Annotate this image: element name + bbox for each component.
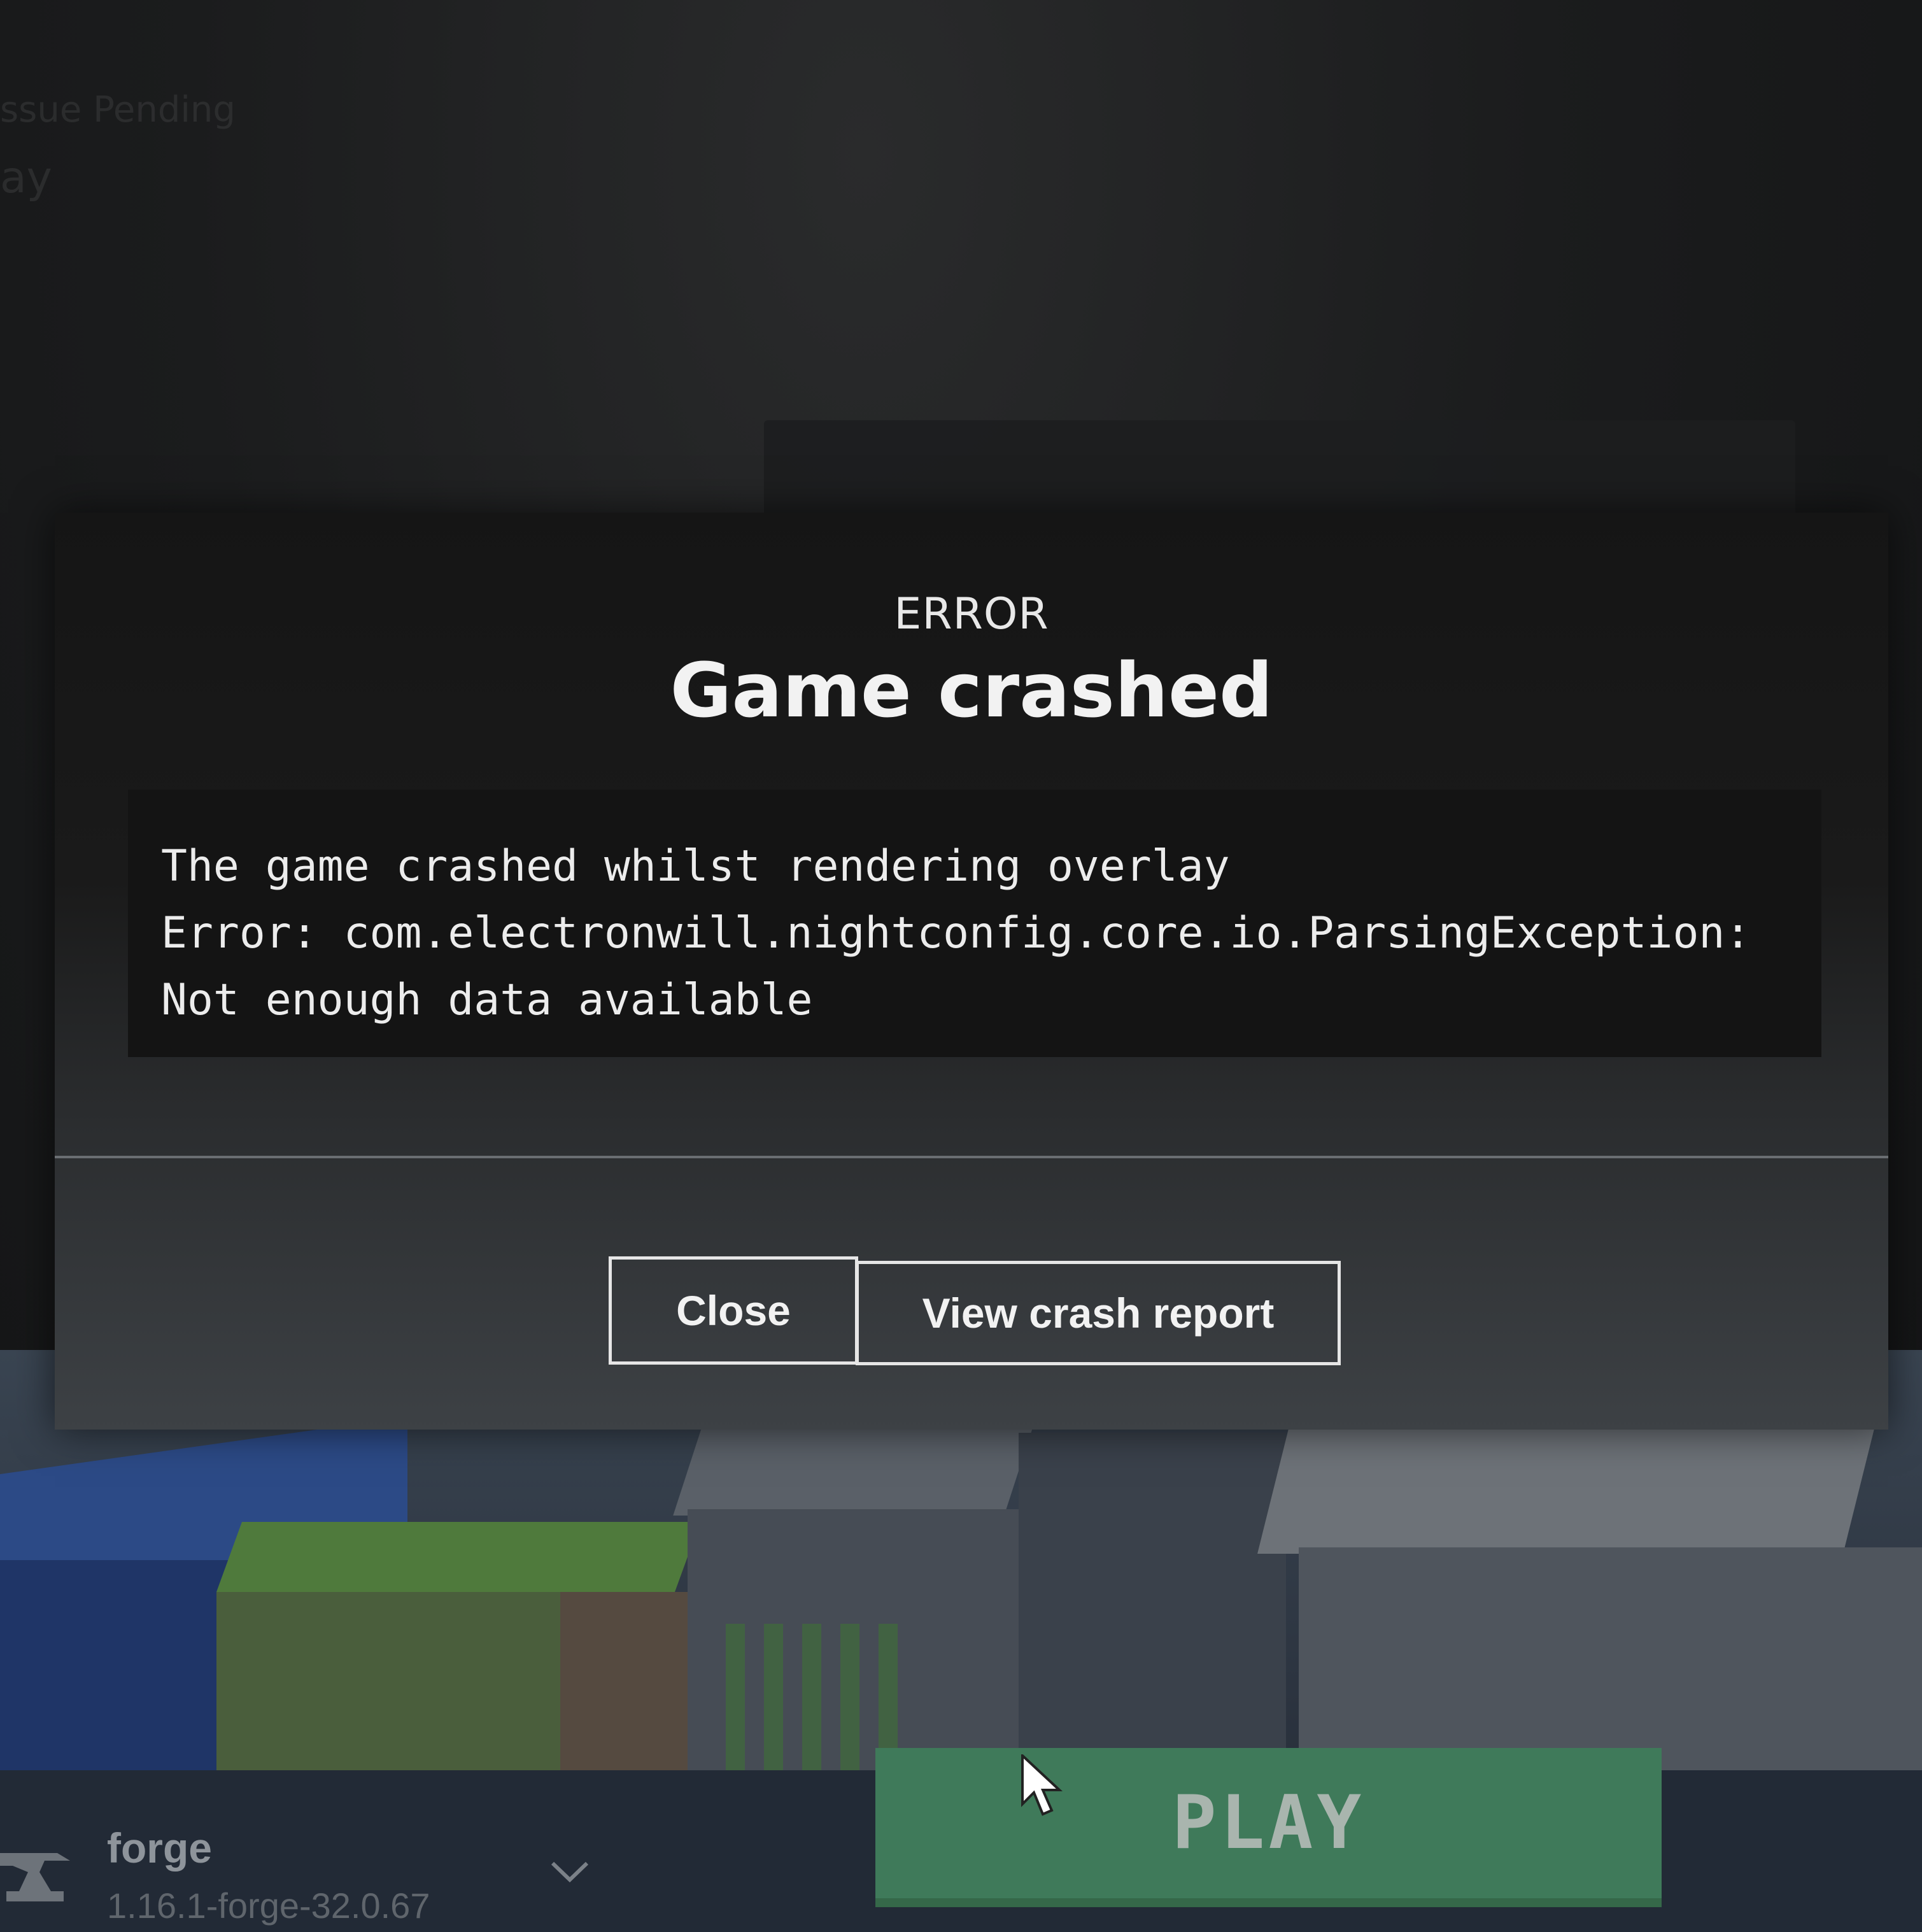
play-button[interactable]: PLAY bbox=[875, 1748, 1662, 1907]
scene-block bbox=[673, 1426, 1033, 1516]
scene-block bbox=[216, 1522, 701, 1592]
error-message-line: Not enough data available bbox=[161, 975, 813, 1025]
error-message-box: The game crashed whilst rendering overla… bbox=[128, 790, 1821, 1057]
dialog-divider bbox=[55, 1156, 1888, 1158]
close-button[interactable]: Close bbox=[609, 1256, 858, 1365]
profile-name: forge bbox=[107, 1824, 212, 1872]
background-text-line: ssue Pending bbox=[0, 89, 236, 131]
view-crash-report-button[interactable]: View crash report bbox=[856, 1261, 1341, 1365]
crash-dialog: ERROR Game crashed The game crashed whil… bbox=[55, 513, 1888, 1430]
mouse-cursor-icon bbox=[1021, 1754, 1063, 1816]
chevron-down-icon[interactable] bbox=[548, 1856, 592, 1887]
error-message-line: The game crashed whilst rendering overla… bbox=[161, 841, 1230, 891]
launcher-window: ssue Pending ay forge 1.16.1-forge-32.0.… bbox=[0, 0, 1922, 1932]
dialog-title: Game crashed bbox=[670, 646, 1273, 734]
dialog-kicker: ERROR bbox=[894, 589, 1049, 639]
error-message-line: Error: com.electronwill.nightconfig.core… bbox=[161, 908, 1751, 958]
profile-version: 1.16.1-forge-32.0.67 bbox=[107, 1886, 430, 1926]
background-text-line: ay bbox=[0, 153, 52, 203]
anvil-icon bbox=[0, 1853, 70, 1901]
scene-block bbox=[1257, 1426, 1875, 1554]
play-button-label: PLAY bbox=[1171, 1780, 1366, 1866]
profile-selector[interactable]: forge 1.16.1-forge-32.0.67 bbox=[0, 1815, 611, 1932]
